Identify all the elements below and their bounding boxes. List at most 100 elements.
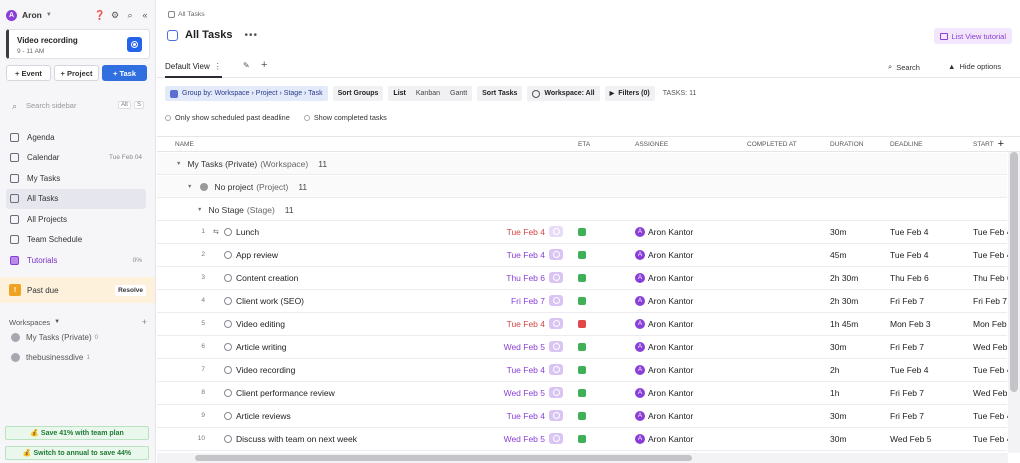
- task-duration[interactable]: 1h: [830, 388, 839, 398]
- task-start[interactable]: Thu Feb 6: [973, 273, 1012, 283]
- add-column-icon[interactable]: +: [998, 138, 1004, 150]
- add-view-icon[interactable]: +: [261, 59, 267, 71]
- resolve-button[interactable]: Resolve: [115, 284, 146, 296]
- task-status-icon[interactable]: [224, 343, 232, 351]
- hide-options-button[interactable]: ▲ Hide options: [948, 62, 1001, 71]
- task-assignee[interactable]: Aron Kantor: [648, 342, 693, 352]
- sort-groups-button[interactable]: Sort Groups: [332, 86, 384, 101]
- column-eta[interactable]: ETA: [578, 141, 590, 148]
- schedule-toggle-icon[interactable]: [549, 387, 563, 398]
- group-row-stage[interactable]: ▼ No Stage (Stage) 11: [157, 199, 1007, 221]
- task-deadline[interactable]: Tue Feb 4: [890, 250, 928, 260]
- task-start[interactable]: Tue Feb 4: [973, 365, 1011, 375]
- task-deadline[interactable]: Tue Feb 4: [890, 227, 928, 237]
- column-completed-at[interactable]: COMPLETED AT: [747, 141, 797, 148]
- task-deadline[interactable]: Fri Feb 7: [890, 388, 924, 398]
- task-assignee[interactable]: Aron Kantor: [648, 319, 693, 329]
- task-status-icon[interactable]: [224, 274, 232, 282]
- group-row-project[interactable]: ▼ No project (Project) 11: [157, 176, 1007, 198]
- chevron-down-icon[interactable]: ▼: [176, 161, 181, 167]
- sort-tasks-button[interactable]: Sort Tasks: [477, 86, 523, 101]
- task-start[interactable]: Fri Feb 7: [973, 296, 1007, 306]
- workspaces-header[interactable]: Workspaces ▼ +: [9, 317, 147, 327]
- task-status-icon[interactable]: [224, 412, 232, 420]
- task-name[interactable]: Article reviews: [236, 411, 291, 421]
- more-options-icon[interactable]: •••: [245, 30, 259, 41]
- table-row[interactable]: 1 ⇆ Lunch Tue Feb 4 A Aron Kantor 30m Tue Feb 4…: [157, 221, 1011, 244]
- task-deadline[interactable]: Mon Feb 3: [890, 319, 931, 329]
- column-duration[interactable]: DURATION: [830, 141, 863, 148]
- list-view-tutorial-button[interactable]: List View tutorial: [933, 28, 1012, 44]
- task-assignee[interactable]: Aron Kantor: [648, 273, 693, 283]
- task-assignee[interactable]: Aron Kantor: [648, 227, 693, 237]
- table-row[interactable]: 6 Article writing Wed Feb 5 A Aron Kantor 30m…: [157, 336, 1014, 359]
- show-completed-toggle[interactable]: Show completed tasks: [303, 113, 387, 122]
- layout-kanban[interactable]: Kanban: [411, 86, 445, 101]
- workspace-item[interactable]: My Tasks (Private) 0: [11, 333, 141, 342]
- schedule-toggle-icon[interactable]: [549, 410, 563, 421]
- task-name[interactable]: App review: [236, 250, 278, 260]
- task-assignee[interactable]: Aron Kantor: [648, 250, 693, 260]
- sidebar-item-agenda[interactable]: Agenda: [6, 127, 146, 148]
- task-status-icon[interactable]: [224, 251, 232, 259]
- task-duration[interactable]: 30m: [830, 434, 847, 444]
- kebab-menu-icon[interactable]: ⋮: [214, 62, 222, 71]
- breadcrumb[interactable]: All Tasks: [168, 11, 205, 18]
- filters-button[interactable]: ▶ Filters (0): [604, 86, 655, 101]
- column-start[interactable]: START: [973, 141, 994, 148]
- task-name[interactable]: Lunch: [236, 227, 259, 237]
- gear-icon[interactable]: ⚙: [110, 10, 120, 20]
- annual-plan-promo[interactable]: 💰 Switch to annual to save 44%: [5, 446, 149, 460]
- task-status-icon[interactable]: [224, 228, 232, 236]
- table-row[interactable]: 5 Video editing Tue Feb 4 A Aron Kantor 1h 45…: [157, 313, 1014, 336]
- tab-default-view[interactable]: Default View ⋮: [165, 56, 222, 78]
- table-row[interactable]: 7 Video recording Tue Feb 4 A Aron Kantor 2h T…: [157, 359, 1011, 382]
- task-name[interactable]: Client performance review: [236, 388, 335, 398]
- layout-list[interactable]: List: [388, 86, 410, 101]
- table-row[interactable]: 9 Article reviews Tue Feb 4 A Aron Kantor 30m…: [157, 405, 1011, 428]
- task-deadline[interactable]: Fri Feb 7: [890, 342, 924, 352]
- task-duration[interactable]: 2h 30m: [830, 296, 858, 306]
- task-start[interactable]: Tue Feb 4: [973, 434, 1011, 444]
- task-name[interactable]: Client work (SEO): [236, 296, 304, 306]
- schedule-toggle-icon[interactable]: [549, 364, 563, 375]
- sidebar-search[interactable]: ⌕ Search sidebar Alt S: [6, 96, 150, 114]
- workspace-item[interactable]: thebusinessdive 1: [11, 353, 141, 362]
- task-duration[interactable]: 1h 45m: [830, 319, 858, 329]
- sidebar-item-all-projects[interactable]: All Projects: [6, 209, 146, 230]
- table-row[interactable]: 3 Content creation Thu Feb 6 A Aron Kantor 2h…: [157, 267, 1012, 290]
- task-status-icon[interactable]: [224, 435, 232, 443]
- schedule-toggle-icon[interactable]: [549, 295, 563, 306]
- add-event-button[interactable]: + Event: [6, 65, 51, 81]
- sidebar-item-team-schedule[interactable]: Team Schedule: [6, 230, 146, 251]
- task-name[interactable]: Discuss with team on next week: [236, 434, 357, 444]
- task-duration[interactable]: 2h 30m: [830, 273, 858, 283]
- sidebar-item-my-tasks[interactable]: My Tasks: [6, 168, 146, 189]
- task-assignee[interactable]: Aron Kantor: [648, 434, 693, 444]
- task-start[interactable]: Tue Feb 4: [973, 250, 1011, 260]
- schedule-toggle-icon[interactable]: [549, 433, 563, 444]
- chevron-down-icon[interactable]: ▼: [54, 319, 60, 325]
- task-deadline[interactable]: Tue Feb 4: [890, 365, 928, 375]
- task-start[interactable]: Tue Feb 4: [973, 411, 1011, 421]
- layout-gantt[interactable]: Gantt: [445, 86, 472, 101]
- task-name[interactable]: Article writing: [236, 342, 287, 352]
- task-status-icon[interactable]: [224, 389, 232, 397]
- task-assignee[interactable]: Aron Kantor: [648, 365, 693, 375]
- task-status-icon[interactable]: [224, 320, 232, 328]
- task-status-icon[interactable]: [224, 297, 232, 305]
- schedule-toggle-icon[interactable]: [549, 341, 563, 352]
- column-deadline[interactable]: DEADLINE: [890, 141, 923, 148]
- current-event-card[interactable]: Video recording 9 - 11 AM: [6, 29, 150, 59]
- sidebar-search-input[interactable]: Search sidebar: [26, 101, 76, 110]
- table-row[interactable]: 8 Client performance review Wed Feb 5 A Aron…: [157, 382, 1014, 405]
- user-menu[interactable]: A Aron ▼ ❓ ⚙ ⌕ «: [6, 8, 150, 22]
- schedule-toggle-icon[interactable]: [549, 249, 563, 260]
- scrollbar-thumb[interactable]: [1010, 152, 1018, 392]
- team-plan-promo[interactable]: 💰 Save 41% with team plan: [5, 426, 149, 440]
- task-name[interactable]: Video recording: [236, 365, 295, 375]
- task-duration[interactable]: 30m: [830, 411, 847, 421]
- schedule-toggle-icon[interactable]: [549, 318, 563, 329]
- task-name[interactable]: Video editing: [236, 319, 285, 329]
- task-duration[interactable]: 2h: [830, 365, 839, 375]
